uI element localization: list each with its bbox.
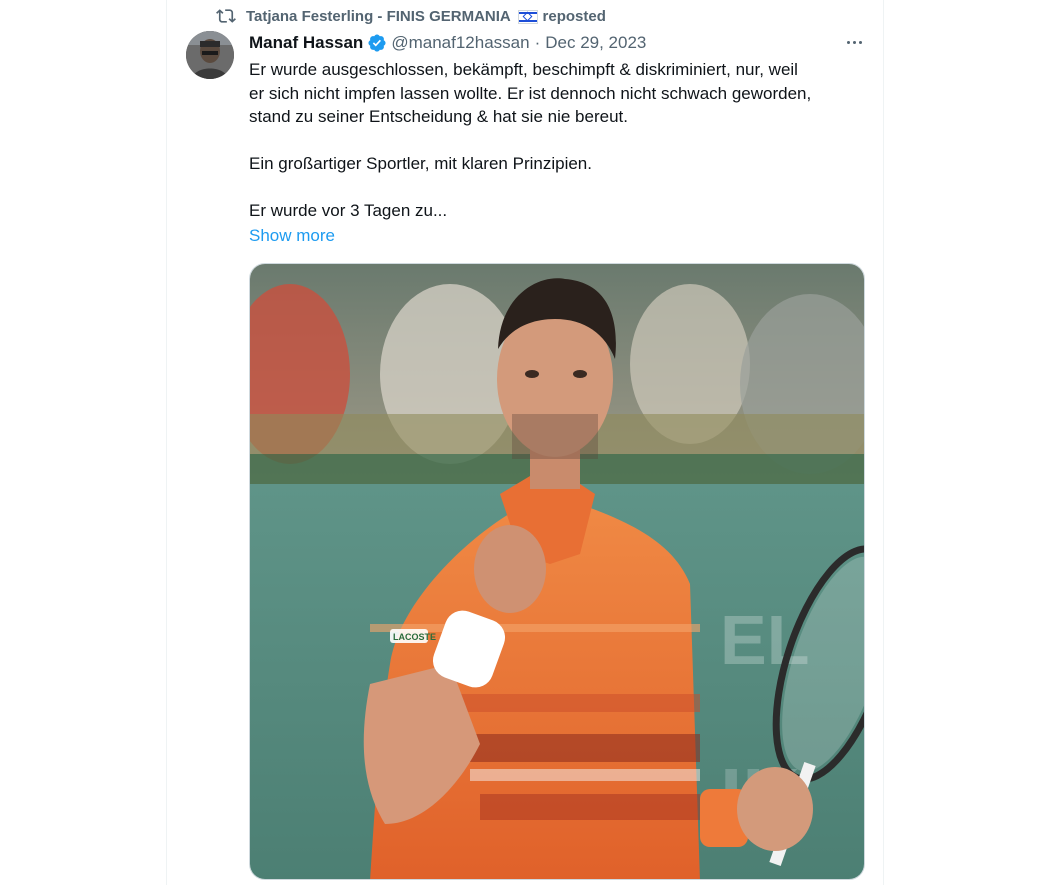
tweet-text-line: Er wurde vor 3 Tagen zu... [249,201,448,220]
israel-flag-icon [518,9,539,24]
tweet-text-line: stand zu seiner Entscheidung & hat sie n… [249,107,628,126]
more-options-icon[interactable] [840,32,868,52]
meta-separator: · [534,33,541,52]
author-handle[interactable]: @manaf12hassan [391,33,529,53]
verified-badge-icon [368,34,386,52]
tweet-date[interactable]: Dec 29, 2023 [545,33,646,53]
avatar[interactable] [186,31,234,79]
author-name[interactable]: Manaf Hassan [249,33,363,53]
reposter-name[interactable]: Tatjana Festerling - FINIS GERMANIA [246,8,510,25]
wristband-logo: LACOSTE [393,632,436,642]
tweet-text-line: Ein großartiger Sportler, mit klaren Pri… [249,154,592,173]
show-more-link[interactable]: Show more [249,226,335,246]
repost-context[interactable]: Tatjana Festerling - FINIS GERMANIA repo… [216,5,606,27]
tweet-text-line: er sich nicht impfen lassen wollte. Er i… [249,83,812,103]
repost-icon [216,9,236,23]
repost-suffix: reposted [542,7,606,25]
tweet-text: Er wurde ausgeschlossen, bekämpft, besch… [249,58,869,223]
tweet-text-line: Er wurde ausgeschlossen, bekämpft, besch… [249,60,798,79]
tweet-photo[interactable]: EL IK LACOSTE [249,263,865,880]
tweet-header: Manaf Hassan @manaf12hassan · Dec 29, 20… [249,30,874,56]
